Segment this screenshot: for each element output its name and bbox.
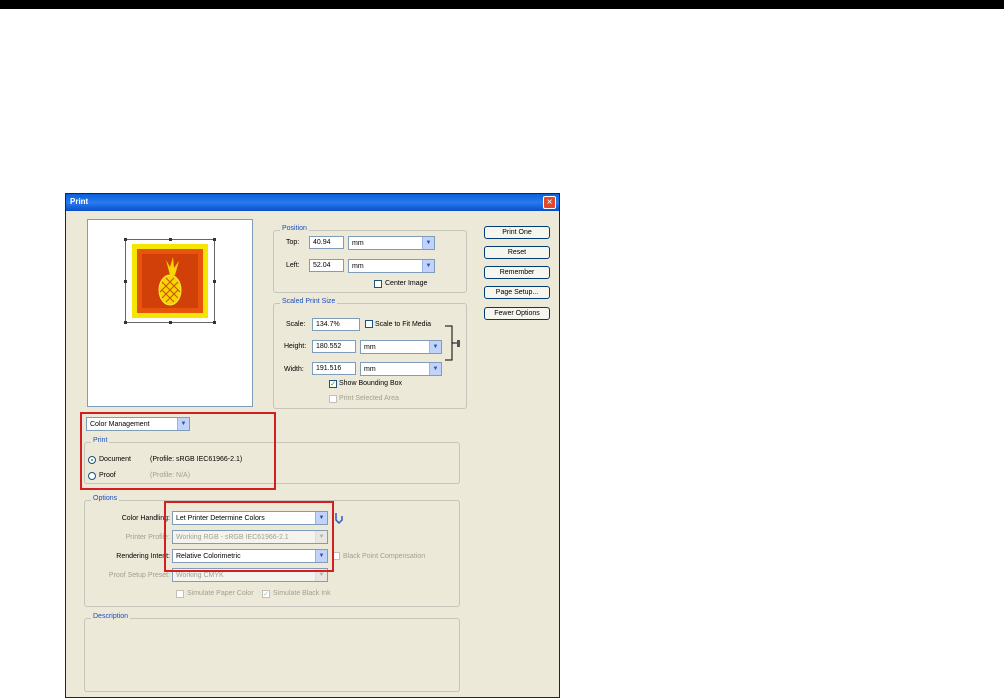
highlight-box [164, 501, 334, 572]
chevron-down-icon: ▼ [422, 237, 434, 249]
left-unit-select[interactable]: mm ▼ [348, 259, 435, 273]
black-point-label: Black Point Compensation [343, 553, 426, 560]
resize-handle[interactable] [169, 238, 172, 241]
position-group-label: Position [280, 225, 309, 232]
show-bounding-box-checkbox[interactable]: ✓ [329, 380, 337, 388]
rendering-intent-label: Rendering Intent: [116, 553, 170, 560]
link-bracket-icon [445, 325, 460, 361]
scale-to-fit-label: Scale to Fit Media [375, 321, 432, 328]
print-preview [87, 219, 253, 407]
scaled-group-label: Scaled Print Size [280, 298, 338, 305]
resize-handle[interactable] [169, 321, 172, 324]
description-group: Description [84, 613, 460, 692]
print-one-button[interactable]: Print One [484, 226, 550, 239]
show-bounding-box-label: Show Bounding Box [339, 380, 403, 387]
chevron-down-icon: ▼ [429, 341, 441, 353]
scale-to-fit-checkbox[interactable] [365, 320, 373, 328]
scale-input[interactable]: 134.7% [312, 318, 360, 331]
remember-button[interactable]: Remember [484, 266, 550, 279]
proof-setup-label: Proof Setup Preset: [108, 572, 170, 579]
simulate-black-label: Simulate Black Ink [273, 590, 331, 597]
width-input[interactable]: 191.516 [312, 362, 356, 375]
info-icon [335, 513, 343, 524]
width-label: Width: [284, 366, 304, 373]
print-selected-area-checkbox[interactable] [329, 395, 337, 403]
options-group-label: Options [91, 495, 120, 502]
left-input[interactable]: 52.04 [309, 259, 344, 272]
height-input[interactable]: 180.552 [312, 340, 356, 353]
center-image-checkbox[interactable] [374, 280, 382, 288]
scaled-print-size-group: Scaled Print Size [273, 298, 467, 409]
page-setup-button[interactable]: Page Setup... [484, 286, 550, 299]
color-handling-label: Color Handling: [121, 515, 170, 522]
top-black-bar [0, 0, 1004, 9]
chevron-down-icon: ▼ [422, 260, 434, 272]
print-selected-area-label: Print Selected Area [339, 395, 399, 402]
scale-label: Scale: [286, 321, 306, 328]
height-unit-value: mm [364, 344, 376, 351]
close-icon: × [546, 197, 553, 208]
resize-handle[interactable] [124, 280, 127, 283]
top-input[interactable]: 40.94 [309, 236, 344, 249]
window-title: Print [70, 197, 89, 206]
resize-handle[interactable] [124, 238, 127, 241]
resize-handle[interactable] [213, 280, 216, 283]
simulate-black-checkbox[interactable]: ✓ [262, 590, 270, 598]
height-label: Height: [284, 343, 307, 350]
top-unit-value: mm [352, 240, 364, 247]
printer-profile-label: Printer Profile: [125, 534, 170, 541]
print-dialog: Print × Position Top: 40.94 mm ▼ Left: 5… [65, 193, 560, 698]
title-bar: Print × [66, 194, 559, 211]
description-group-label: Description [91, 613, 131, 620]
simulate-paper-label: Simulate Paper Color [187, 590, 254, 597]
height-unit-select[interactable]: mm ▼ [360, 340, 442, 354]
width-unit-value: mm [364, 366, 376, 373]
highlight-box [80, 412, 276, 490]
proof-setup-value: Working CMYK [176, 572, 224, 579]
close-button[interactable]: × [543, 196, 556, 209]
resize-handle[interactable] [213, 238, 216, 241]
chevron-down-icon: ▼ [429, 363, 441, 375]
top-label: Top: [286, 239, 300, 246]
simulate-paper-checkbox[interactable] [176, 590, 184, 598]
image-bounding-box[interactable] [124, 238, 216, 324]
fewer-options-button[interactable]: Fewer Options [484, 307, 550, 320]
left-label: Left: [286, 262, 300, 269]
pineapple-image [126, 240, 214, 322]
top-unit-select[interactable]: mm ▼ [348, 236, 435, 250]
reset-button[interactable]: Reset [484, 246, 550, 259]
resize-handle[interactable] [124, 321, 127, 324]
center-image-label: Center Image [385, 280, 428, 287]
width-unit-select[interactable]: mm ▼ [360, 362, 442, 376]
resize-handle[interactable] [213, 321, 216, 324]
left-unit-value: mm [352, 263, 364, 270]
